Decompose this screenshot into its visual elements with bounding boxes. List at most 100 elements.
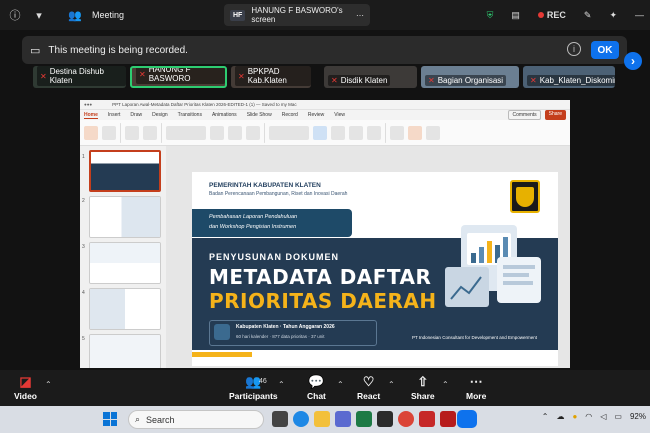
more-label: More (466, 391, 487, 401)
participant-tile[interactable]: ✕ BPKPAD Kab.Klaten (231, 66, 311, 88)
terminal-icon[interactable] (377, 411, 393, 427)
create-icon[interactable] (426, 125, 440, 140)
task-view-icon[interactable] (272, 411, 288, 427)
italic-icon[interactable] (246, 125, 260, 140)
participant-tile[interactable]: ✕Kab_Klaten_Diskominfo (523, 66, 615, 88)
new-slide-icon[interactable] (125, 125, 139, 140)
ok-button[interactable]: OK (591, 41, 619, 59)
chat-options-caret[interactable]: ⌃ (337, 380, 344, 389)
slide-thumbnail[interactable] (89, 334, 161, 368)
share-options-caret[interactable]: ⌃ (442, 380, 449, 389)
slide-thumbnail[interactable] (89, 288, 161, 330)
paragraph-group[interactable] (269, 125, 309, 140)
participant-name: Destina Dishub Klaten (49, 67, 104, 85)
current-slide[interactable]: PEMERINTAH KABUPATEN KLATEN Badan Perenc… (192, 172, 558, 366)
tab-home[interactable]: Home (84, 112, 98, 119)
shield-icon[interactable]: ⛨ (487, 10, 494, 21)
top-bar: ⓘ ▾ 👥 Meeting HF HANUNG F BASWORO's scre… (0, 0, 650, 30)
share-indicator[interactable]: HF HANUNG F BASWORO's screen ⋯ (224, 4, 370, 26)
tab-slide-show[interactable]: Slide Show (247, 112, 272, 118)
bold-icon[interactable] (228, 125, 242, 140)
comments-button[interactable]: Comments (508, 110, 541, 120)
info-icon[interactable]: i (567, 42, 581, 56)
cut-icon[interactable] (102, 125, 116, 140)
pen-icon[interactable]: ✎ (584, 10, 592, 21)
rec-dot-icon (537, 12, 544, 18)
layout-icon[interactable] (143, 125, 157, 140)
tab-review[interactable]: Review (308, 112, 324, 118)
store-icon[interactable] (335, 411, 351, 427)
slide-gov-subtitle: Badan Perencanaan Pembangunan, Riset dan… (209, 191, 348, 197)
tab-transitions[interactable]: Transitions (178, 112, 202, 118)
chat-button[interactable]: 💬 Chat (307, 373, 326, 401)
tab-view[interactable]: View (334, 112, 345, 118)
taskbar-search[interactable]: ⌕ Search (128, 410, 264, 429)
tab-record[interactable]: Record (282, 112, 298, 118)
participant-strip: ✕ Destina Dishub Klaten ✕ HANUNG F BASWORO… (0, 64, 650, 90)
chat-label: Chat (307, 391, 326, 401)
band-line-1: Pembahasan Laporan Pendahuluan (209, 214, 298, 220)
wifi-icon[interactable]: ◠ (585, 412, 592, 421)
slide-thumbnail[interactable] (89, 150, 161, 192)
cloud-icon[interactable]: ☁ (556, 412, 564, 421)
slide-footer-stripe (192, 350, 558, 366)
volume-icon[interactable]: ◁ (600, 412, 606, 421)
participant-name: Disdik Klaten (340, 76, 388, 85)
tab-animations[interactable]: Animations (212, 112, 237, 118)
more-button[interactable]: ⋯ More (466, 373, 486, 401)
participants-options-caret[interactable]: ⌃ (278, 380, 285, 389)
designer-icon[interactable] (408, 125, 422, 140)
quick-styles-icon[interactable] (367, 125, 381, 140)
participant-tile[interactable]: ✕ Bagian Organisasi (421, 66, 519, 88)
participant-tile[interactable]: ✕ Destina Dishub Klaten (33, 66, 126, 88)
slide-thumbnail[interactable] (89, 196, 161, 238)
sparkle-icon[interactable]: ✦ (609, 10, 617, 21)
battery-icon[interactable]: ▭ (614, 412, 622, 421)
react-options-caret[interactable]: ⌃ (388, 380, 395, 389)
participant-tile[interactable]: ✕ HANUNG F BASWORO (130, 66, 227, 88)
minimize-icon[interactable]: — (635, 10, 644, 20)
windows-start-icon[interactable] (103, 412, 117, 426)
mic-tray-icon[interactable]: ● (572, 412, 577, 421)
font-picker[interactable] (166, 125, 206, 140)
paste-icon[interactable] (84, 125, 98, 140)
notes-icon[interactable]: ▤ (511, 10, 520, 21)
slide-band: Pembahasan Laporan Pendahuluan dan Works… (192, 209, 352, 237)
rec-indicator[interactable]: REC (537, 10, 566, 20)
zoom-app-icon[interactable] (457, 410, 477, 428)
thumb-number: 4 (82, 290, 85, 296)
video-off-icon: ◪ (19, 374, 32, 389)
add-ins-icon[interactable] (390, 125, 404, 140)
more-icon: ⋯ (469, 374, 483, 389)
info-icon[interactable]: ⓘ (8, 8, 22, 22)
file-explorer-icon[interactable] (314, 411, 330, 427)
participants-button[interactable]: 👥 Participants (229, 373, 278, 401)
share-title: HANUNG F BASWORO's screen (251, 6, 343, 24)
antivirus-icon[interactable] (419, 411, 435, 427)
chevron-down-icon[interactable]: ▾ (32, 8, 46, 22)
arrange-icon[interactable] (349, 125, 363, 140)
font-size-picker[interactable] (210, 125, 224, 140)
tray-chevron-icon[interactable]: ⌃ (542, 412, 549, 421)
tab-insert[interactable]: Insert (108, 112, 121, 118)
chrome-icon[interactable] (398, 411, 414, 427)
share-button[interactable]: ⇧ Share (411, 373, 435, 401)
acrobat-icon[interactable] (440, 411, 456, 427)
picture-icon[interactable] (313, 125, 327, 140)
sharer-badge: HF (230, 9, 246, 21)
slide-thumbnail[interactable] (89, 242, 161, 284)
tab-draw[interactable]: Draw (130, 112, 142, 118)
thumb-number: 5 (82, 336, 85, 342)
react-button[interactable]: ♡ React (357, 373, 380, 401)
excel-icon[interactable] (356, 411, 372, 427)
edge-icon[interactable] (293, 411, 309, 427)
shapes-icon[interactable] (331, 125, 345, 140)
more-options-icon[interactable]: ⋯ (356, 11, 364, 20)
video-button[interactable]: ◪ Video (14, 373, 37, 401)
participant-tile[interactable]: ✕ Disdik Klaten (324, 66, 417, 88)
recording-banner: ▭ This meeting is being recorded. i OK (22, 36, 627, 64)
ppt-share-button[interactable]: Share (544, 110, 566, 120)
video-options-caret[interactable]: ⌃ (45, 380, 52, 389)
recording-text: This meeting is being recorded. (48, 44, 188, 56)
tab-design[interactable]: Design (152, 112, 168, 118)
